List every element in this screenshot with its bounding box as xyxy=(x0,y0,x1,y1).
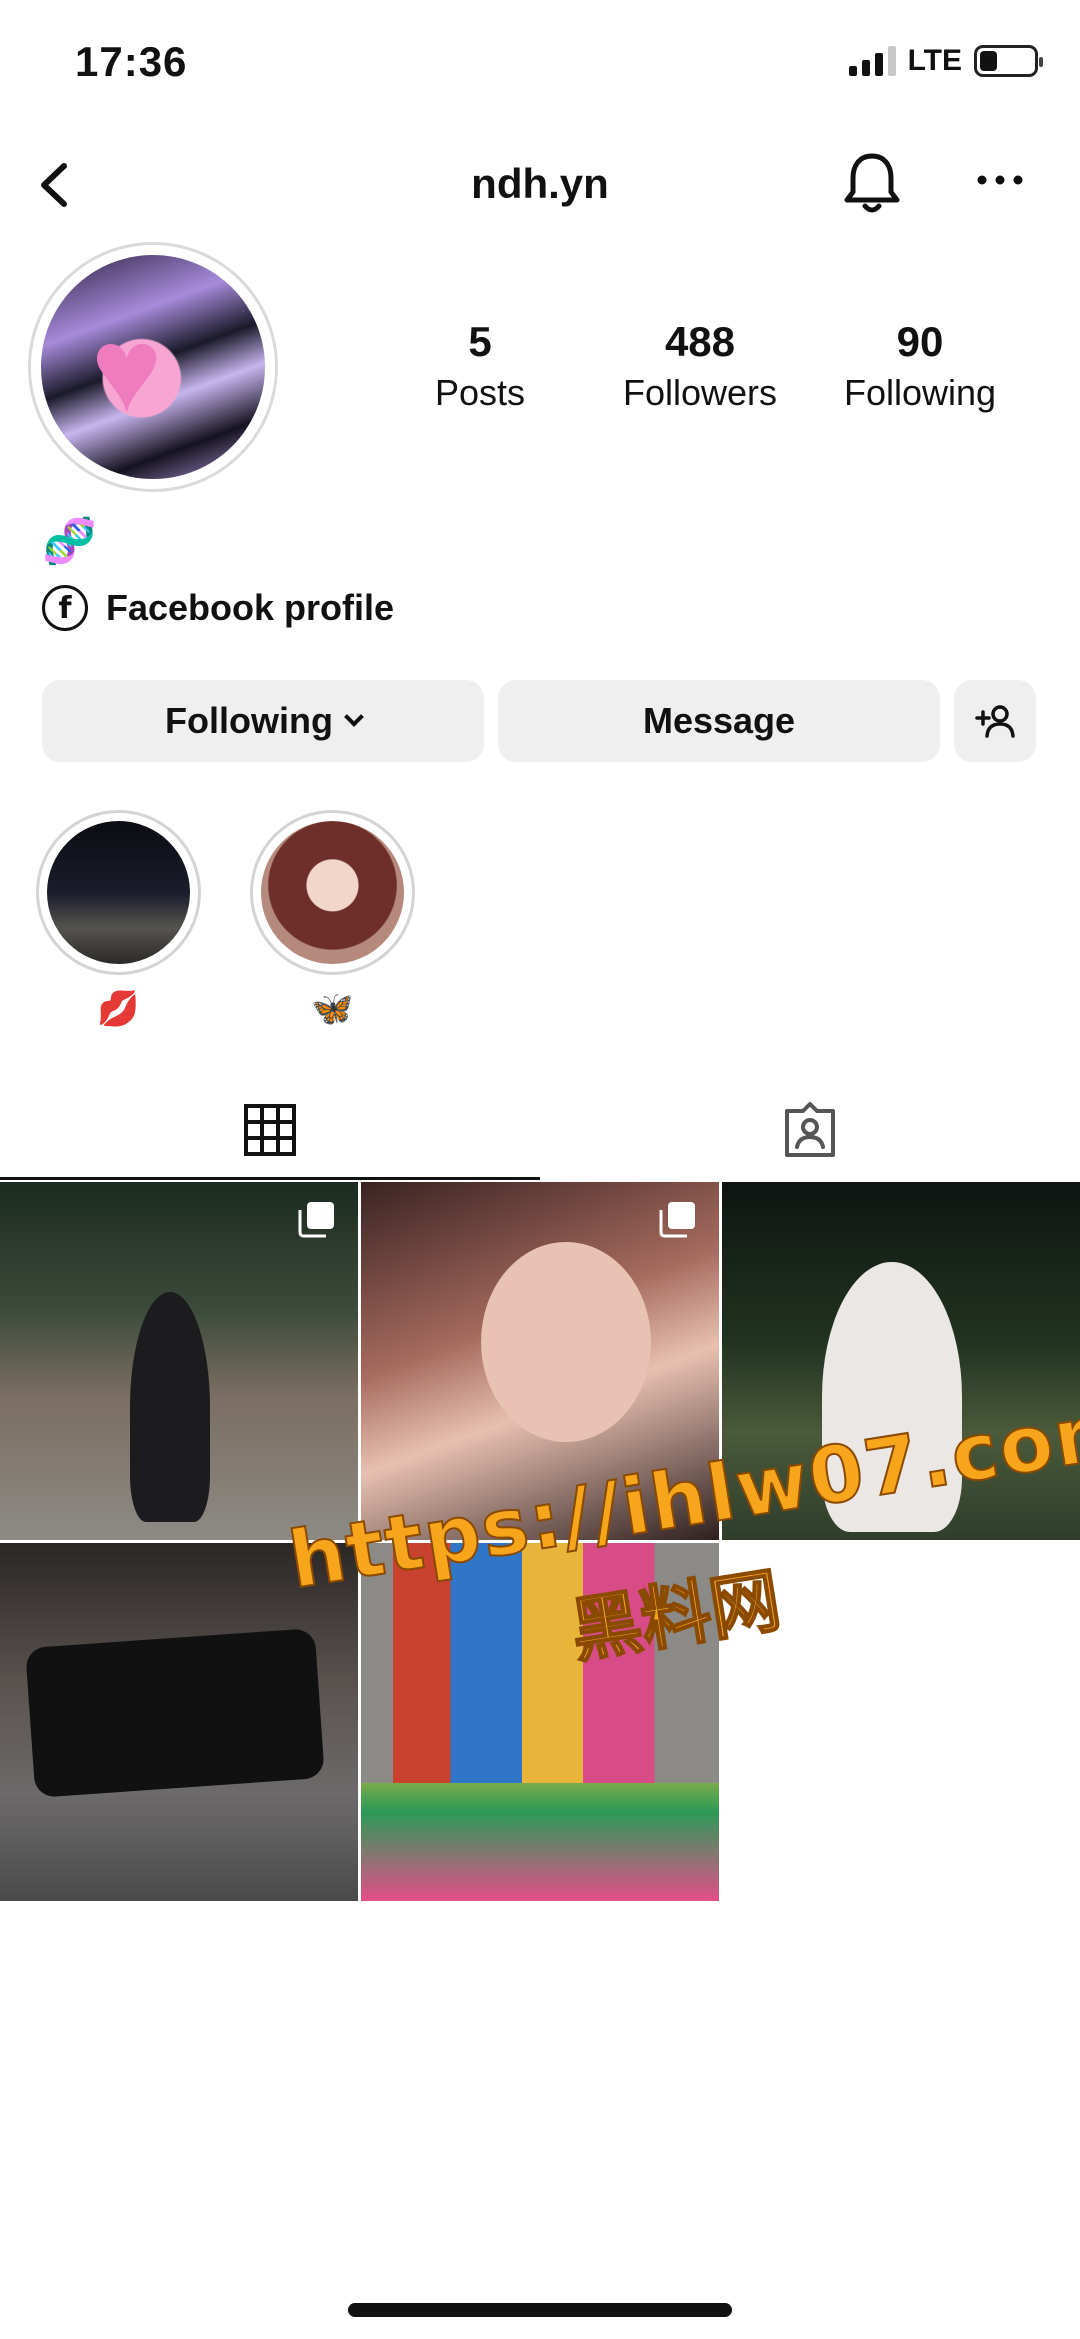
multiple-photos-icon xyxy=(659,1202,695,1238)
post-thumbnail[interactable] xyxy=(0,1182,358,1540)
stat-label: Posts xyxy=(434,372,526,413)
stat-label: Followers xyxy=(622,372,778,413)
status-indicators: LTE xyxy=(848,44,1043,78)
profile-stats: 5 Posts 488 Followers 90 Following xyxy=(380,318,1020,414)
more-options-icon[interactable] xyxy=(975,170,1025,190)
story-highlight[interactable]: 💋 xyxy=(36,810,201,1029)
tab-tagged[interactable] xyxy=(540,1080,1080,1180)
tab-posts[interactable] xyxy=(0,1080,540,1180)
highlight-cover xyxy=(47,821,190,964)
stat-label: Following xyxy=(843,372,997,413)
story-highlight[interactable]: 🦋 xyxy=(250,810,415,1029)
highlight-cover xyxy=(261,821,404,964)
highlight-ring xyxy=(36,810,201,975)
profile-username: ndh.yn xyxy=(471,160,609,207)
stat-value: 5 xyxy=(468,318,492,365)
heart-icon: ♥ xyxy=(91,303,163,437)
bell-icon[interactable] xyxy=(840,150,904,218)
home-indicator[interactable] xyxy=(348,2303,732,2317)
bio-emoji: 🧬 xyxy=(42,517,97,566)
facebook-icon: f xyxy=(42,585,88,631)
stat-following[interactable]: 90 Following xyxy=(820,318,1020,414)
add-user-icon xyxy=(975,705,1015,738)
signal-icon xyxy=(848,46,896,76)
suggest-users-button[interactable] xyxy=(954,680,1036,762)
stat-followers[interactable]: 488 Followers xyxy=(600,318,800,414)
grid-icon xyxy=(244,1104,296,1156)
facebook-profile-label: Facebook profile xyxy=(106,587,395,628)
facebook-profile-link[interactable]: f Facebook profile xyxy=(42,585,394,631)
status-bar: 17:36 LTE xyxy=(0,0,1080,120)
message-button[interactable]: Message xyxy=(498,680,940,762)
profile-actions: Following Message xyxy=(42,680,1038,762)
highlight-ring xyxy=(250,810,415,975)
highlight-label: 🦋 xyxy=(311,990,354,1028)
network-type: LTE xyxy=(907,44,962,77)
battery-icon xyxy=(974,45,1043,77)
message-button-label: Message xyxy=(642,700,796,741)
post-figure xyxy=(25,1628,325,1798)
post-figure xyxy=(130,1292,210,1522)
profile-avatar[interactable]: ♥ xyxy=(28,242,278,492)
profile-tabs xyxy=(0,1080,1080,1180)
following-button[interactable]: Following xyxy=(42,680,484,762)
stat-value: 90 xyxy=(896,318,944,365)
avatar-image: ♥ xyxy=(41,255,265,479)
nav-bar: ndh.yn xyxy=(0,140,1080,230)
multiple-photos-icon xyxy=(298,1202,334,1238)
active-tab-indicator xyxy=(0,1177,540,1180)
stat-value: 488 xyxy=(664,318,736,365)
stat-posts[interactable]: 5 Posts xyxy=(380,318,580,414)
post-figure xyxy=(481,1242,651,1442)
status-time: 17:36 xyxy=(75,38,188,85)
highlight-label: 💋 xyxy=(97,990,140,1028)
following-button-label: Following xyxy=(165,700,333,741)
tagged-user-icon xyxy=(785,1102,835,1157)
chevron-down-icon xyxy=(344,707,364,727)
